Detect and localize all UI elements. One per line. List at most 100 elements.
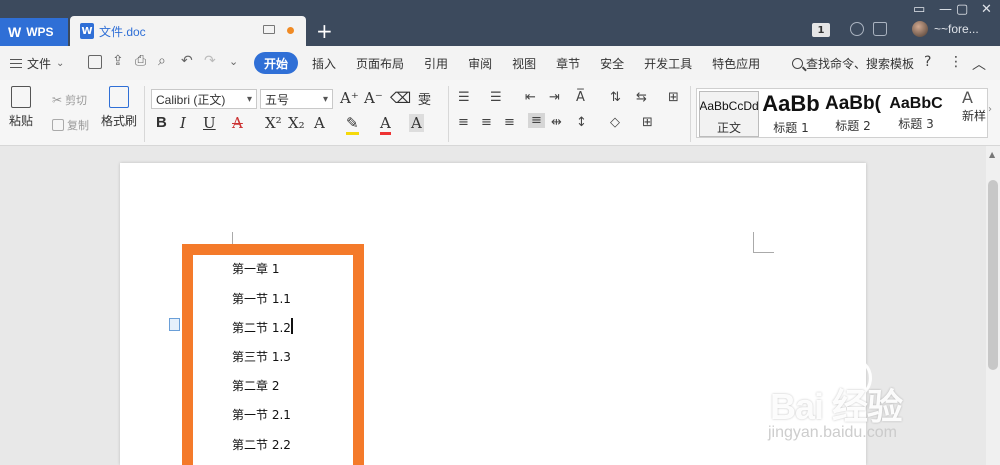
scroll-up-icon[interactable]: ▲ (989, 150, 995, 159)
menu-icon[interactable]: ▭ (913, 2, 925, 17)
clear-format-icon[interactable]: ⌫ (390, 89, 411, 107)
chinese-layout-icon[interactable]: A̅ (576, 90, 585, 105)
highlight-color-icon[interactable]: ✎ (346, 114, 359, 135)
divider (448, 86, 449, 142)
tab-special-apps[interactable]: 特色应用 (702, 52, 770, 74)
wps-logo-icon: W (8, 24, 22, 40)
wps-home-tab[interactable]: W WPS (0, 18, 68, 46)
font-family-select[interactable]: Calibri (正文) (151, 89, 257, 109)
show-marks-icon[interactable]: ⇆ (636, 90, 647, 105)
new-tab-button[interactable]: + (316, 17, 333, 45)
style-name: 标题 3 (898, 117, 934, 131)
new-style-label: 新样 (962, 109, 987, 123)
skin-icon[interactable] (873, 22, 887, 36)
bullet-list-icon[interactable]: ☰ (458, 90, 470, 105)
numbered-list-icon[interactable]: ☰ (490, 90, 502, 105)
style-normal[interactable]: AaBbCcDd 正文 (699, 91, 759, 137)
customize-toolbar-icon[interactable]: ⌄ (229, 55, 238, 68)
divider (144, 86, 145, 142)
command-search[interactable]: 查找命令、搜索模板 (792, 55, 914, 72)
tab-references[interactable]: 引用 (414, 52, 458, 74)
tab-review[interactable]: 审阅 (458, 52, 502, 74)
tab-home[interactable]: 开始 (254, 52, 299, 74)
close-icon[interactable]: ✕ (981, 2, 992, 17)
align-center-icon[interactable]: ≡ (481, 115, 492, 130)
shrink-font-icon[interactable]: A⁻ (364, 89, 383, 107)
style-sample: AaBbC (889, 95, 943, 112)
italic-icon[interactable]: I (180, 114, 186, 132)
font-color-icon[interactable]: A (380, 114, 391, 135)
bold-icon[interactable]: B (156, 114, 167, 131)
minimize-icon[interactable]: — (939, 2, 952, 17)
export-icon[interactable]: ⇪ (112, 53, 124, 69)
more-icon[interactable]: ⋮ (949, 54, 963, 70)
font-size-select[interactable]: 五号 (260, 89, 333, 109)
new-style-icon: A (962, 88, 973, 107)
tab-sections[interactable]: 章节 (546, 52, 590, 74)
tab-developer[interactable]: 开发工具 (634, 52, 702, 74)
style-name: 正文 (716, 121, 741, 135)
tab-view[interactable]: 视图 (502, 52, 546, 74)
window-count-badge[interactable]: 1 (812, 23, 830, 37)
copy-button[interactable]: 复制 (52, 117, 89, 133)
tab-insert[interactable]: 插入 (302, 52, 346, 74)
file-menu[interactable]: 文件 ⌄ (10, 55, 64, 72)
scissors-icon: ✂ (52, 93, 63, 107)
border-icon[interactable]: ⊞ (642, 115, 653, 130)
wps-home-label: WPS (26, 25, 54, 39)
distributed-icon[interactable]: ⇹ (551, 115, 562, 130)
align-right-icon[interactable]: ≡ (504, 115, 515, 130)
line-spacing-icon[interactable]: ↕ (576, 115, 587, 130)
maximize-icon[interactable]: ▢ (956, 2, 968, 17)
superscript-icon[interactable]: X² (265, 114, 282, 132)
char-shading-icon[interactable]: A (409, 114, 424, 132)
margin-marker (753, 252, 774, 253)
undo-icon[interactable]: ↶ (181, 53, 193, 69)
paste-button[interactable]: 粘贴 (9, 86, 33, 129)
ribbon-scroll-right-icon[interactable]: › (988, 104, 992, 115)
watermark-brand: Bai 经验 (770, 386, 903, 427)
underline-icon[interactable]: U (203, 114, 216, 132)
watermark-url: jingyan.baidu.com (768, 424, 897, 441)
phonetic-icon[interactable]: 雯 (418, 89, 431, 108)
redo-icon[interactable]: ↷ (204, 53, 216, 69)
style-heading-1[interactable]: AaBb 标题 1 (761, 91, 821, 137)
document-tab[interactable]: W 文件.doc (70, 16, 306, 46)
new-style-button[interactable]: A 新样 (962, 88, 986, 124)
strikethrough-icon[interactable]: A (232, 114, 243, 132)
username[interactable]: ~~fore... (934, 22, 979, 36)
paste-label: 粘贴 (9, 114, 34, 128)
style-sample: AaBbCcDd (699, 99, 759, 113)
style-heading-2[interactable]: AaBb( 标题 2 (823, 91, 883, 137)
text-effect-icon[interactable]: A (314, 114, 325, 132)
style-heading-3[interactable]: AaBbC 标题 3 (885, 91, 947, 137)
collapse-ribbon-icon[interactable]: ︿ (972, 54, 986, 74)
ribbon: 粘贴 ✂ 剪切 复制 格式刷 Calibri (正文) 五号 A⁺ A⁻ ⌫ 雯… (0, 80, 1000, 146)
paragraph-layout-icon[interactable] (169, 318, 180, 331)
tab-security[interactable]: 安全 (590, 52, 634, 74)
scrollbar-thumb[interactable] (988, 180, 998, 370)
increase-indent-icon[interactable]: ⇥ (549, 90, 560, 105)
unsaved-dot-icon (287, 27, 294, 34)
help-icon[interactable]: ? (924, 54, 931, 70)
search-icon (792, 58, 803, 69)
tab-page-layout[interactable]: 页面布局 (346, 52, 414, 74)
format-painter-button[interactable]: 格式刷 (101, 86, 137, 129)
style-name: 标题 2 (835, 119, 871, 133)
style-name: 标题 1 (773, 121, 809, 135)
table-icon[interactable]: ⊞ (668, 90, 679, 105)
sort-icon[interactable]: ⇅ (610, 90, 621, 105)
monitor-icon[interactable] (263, 25, 275, 34)
justify-icon[interactable]: ≡ (528, 113, 545, 128)
align-left-icon[interactable]: ≡ (458, 115, 469, 130)
avatar[interactable] (912, 21, 928, 37)
save-icon[interactable] (88, 55, 102, 69)
cut-button[interactable]: ✂ 剪切 (52, 92, 87, 108)
cloud-sync-icon[interactable] (850, 22, 864, 36)
shading-icon[interactable]: ◇ (610, 115, 620, 130)
print-preview-icon[interactable]: ⌕ (158, 53, 166, 69)
print-icon[interactable]: ⎙ (135, 53, 146, 69)
grow-font-icon[interactable]: A⁺ (340, 89, 359, 107)
decrease-indent-icon[interactable]: ⇤ (525, 90, 536, 105)
subscript-icon[interactable]: X₂ (288, 114, 305, 132)
